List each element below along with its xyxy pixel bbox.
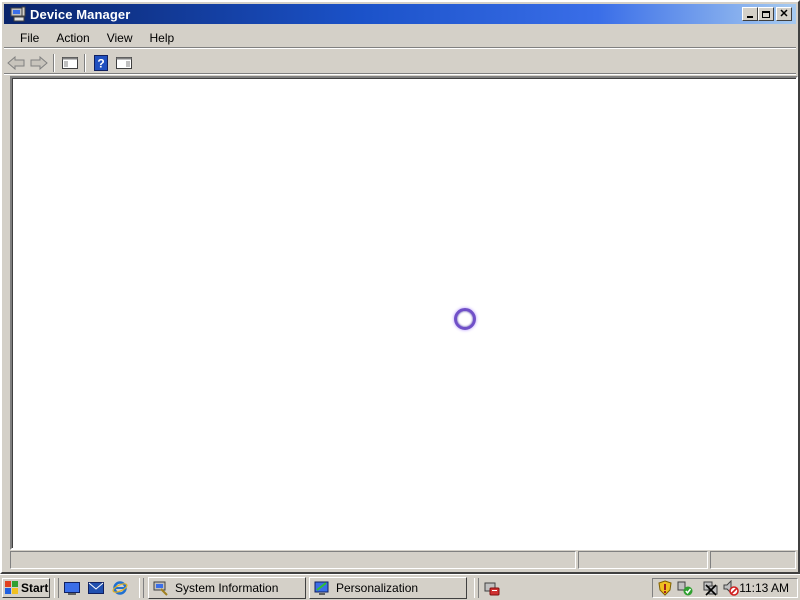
forward-button[interactable] bbox=[28, 53, 50, 73]
taskbar-grip bbox=[139, 577, 144, 598]
menu-view[interactable]: View bbox=[98, 29, 141, 47]
windows-logo-icon bbox=[5, 580, 18, 594]
network-disconnected-icon[interactable] bbox=[703, 580, 719, 596]
menu-bar: File Action View Help bbox=[4, 28, 796, 48]
network-alert-button[interactable] bbox=[483, 579, 501, 597]
start-label: Start bbox=[21, 580, 49, 595]
help-icon: ? bbox=[94, 54, 108, 71]
device-manager-icon bbox=[10, 6, 26, 22]
window-title: Device Manager bbox=[30, 6, 131, 22]
menu-divider bbox=[4, 47, 796, 49]
title-bar[interactable]: Device Manager ✕ bbox=[4, 4, 796, 24]
task-personalization[interactable]: Personalization bbox=[309, 576, 467, 599]
outlook-button[interactable] bbox=[87, 579, 105, 597]
internet-explorer-button[interactable] bbox=[111, 579, 129, 597]
start-button[interactable]: Start bbox=[2, 577, 50, 598]
close-icon: ✕ bbox=[779, 7, 789, 20]
toolbar-divider bbox=[4, 73, 796, 75]
taskbar: Start System Information Personalization… bbox=[0, 574, 800, 600]
show-hide-action-pane-button[interactable] bbox=[113, 53, 135, 73]
maximize-button[interactable] bbox=[758, 7, 774, 21]
back-button[interactable] bbox=[5, 53, 27, 73]
device-tree-pane[interactable] bbox=[10, 76, 798, 550]
status-pane-2 bbox=[578, 551, 708, 569]
system-tray: 11:13 AM bbox=[652, 578, 798, 598]
maximize-icon bbox=[762, 10, 770, 18]
show-desktop-icon bbox=[64, 581, 80, 595]
menu-file[interactable]: File bbox=[4, 29, 47, 47]
task-system-information[interactable]: System Information bbox=[148, 576, 306, 599]
help-button[interactable]: ? bbox=[90, 53, 112, 73]
status-pane-3 bbox=[710, 551, 796, 569]
outlook-icon bbox=[88, 581, 104, 594]
back-icon bbox=[7, 55, 25, 70]
security-shield-icon[interactable] bbox=[657, 580, 673, 596]
taskbar-grip bbox=[54, 577, 59, 598]
status-pane-main bbox=[10, 551, 576, 569]
status-bar bbox=[10, 551, 798, 571]
menu-help[interactable]: Help bbox=[141, 29, 183, 47]
network-alert-icon bbox=[484, 582, 500, 595]
minimize-button[interactable] bbox=[742, 7, 758, 21]
caption-buttons: ✕ bbox=[742, 7, 792, 21]
forward-icon bbox=[30, 55, 48, 70]
task-label: System Information bbox=[175, 580, 279, 595]
show-hide-action-pane-icon bbox=[116, 56, 132, 69]
minimize-icon bbox=[747, 16, 753, 18]
device-manager-window: Device Manager ✕ File Action View Help ? bbox=[0, 0, 800, 574]
show-desktop-button[interactable] bbox=[63, 579, 81, 597]
internet-explorer-icon bbox=[112, 580, 128, 595]
network-ok-icon[interactable] bbox=[677, 580, 693, 596]
close-button[interactable]: ✕ bbox=[776, 7, 792, 21]
task-label: Personalization bbox=[336, 580, 419, 595]
show-hide-console-tree-button[interactable] bbox=[59, 53, 81, 73]
toolbar: ? bbox=[4, 51, 796, 74]
svg-text:?: ? bbox=[97, 56, 104, 70]
show-hide-console-tree-icon bbox=[62, 56, 78, 69]
toolbar-separator bbox=[84, 53, 86, 72]
personalization-icon bbox=[314, 580, 330, 596]
taskbar-grip bbox=[474, 577, 479, 598]
busy-cursor-icon bbox=[454, 308, 476, 330]
volume-muted-icon[interactable] bbox=[723, 580, 739, 596]
clock[interactable]: 11:13 AM bbox=[739, 581, 789, 595]
toolbar-separator bbox=[53, 53, 55, 72]
menu-action[interactable]: Action bbox=[47, 29, 97, 47]
system-information-icon bbox=[153, 580, 169, 596]
